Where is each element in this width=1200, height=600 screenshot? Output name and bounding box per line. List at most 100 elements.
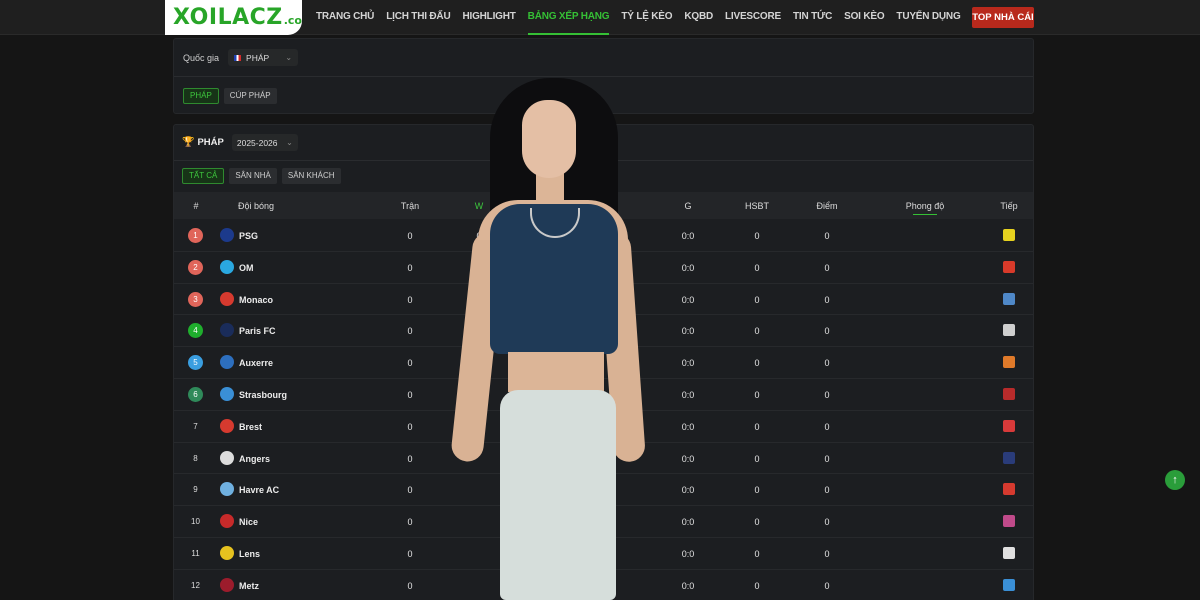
goals-cell: 0:0	[681, 262, 695, 273]
table-row[interactable]: 4 Paris FC 0 0:0 0 0	[174, 315, 1033, 348]
table-row[interactable]: 12 Metz 0 0:0 0 0	[174, 570, 1033, 600]
next-opponent-crest-icon[interactable]	[1003, 483, 1015, 496]
next-opponent-crest-icon[interactable]	[1003, 546, 1015, 559]
site-logo[interactable]: XOILACZ .co	[165, 0, 302, 35]
played-cell: 0	[407, 485, 413, 496]
points-cell: 0	[824, 421, 830, 432]
goals-cell: 0:0	[681, 389, 695, 400]
goals-cell: 0:0	[681, 421, 695, 432]
team-name[interactable]: Monaco	[239, 295, 273, 305]
next-opponent-crest-icon[interactable]	[1003, 292, 1015, 305]
rank-badge: 1	[188, 228, 203, 243]
menu-item[interactable]: TIN TỨC	[793, 0, 832, 35]
venue-tab[interactable]: SÂN KHÁCH	[281, 168, 341, 184]
competition-tab[interactable]: PHÁP	[183, 87, 219, 104]
venue-tab[interactable]: TẤT CẢ	[182, 168, 225, 184]
team-name[interactable]: Metz	[239, 581, 259, 591]
menu-item[interactable]: LỊCH THI ĐẤU	[386, 0, 450, 35]
menu-item[interactable]: KQBD	[684, 0, 713, 35]
header-form: Phong độ	[905, 201, 945, 211]
header-played: Trận	[400, 201, 420, 211]
points-cell: 0	[824, 389, 830, 400]
table-row[interactable]: 10 Nice 0 0:0 0 0	[174, 506, 1033, 538]
menu-item[interactable]: TUYỂN DỤNG	[896, 0, 960, 35]
rank-badge: 8	[193, 453, 198, 463]
goal-diff-cell: 0	[754, 358, 760, 369]
header-rank: #	[193, 201, 199, 211]
next-opponent-crest-icon[interactable]	[1003, 515, 1015, 528]
points-cell: 0	[824, 326, 830, 337]
next-opponent-crest-icon[interactable]	[1003, 451, 1015, 464]
season-select[interactable]: 2025-2026 ⌄	[231, 134, 298, 151]
next-opponent-crest-icon[interactable]	[1003, 229, 1015, 241]
next-opponent-crest-icon[interactable]	[1003, 419, 1015, 432]
venue-tab[interactable]: SÂN NHÀ	[229, 168, 277, 184]
team-name[interactable]: Lens	[239, 549, 260, 559]
team-name[interactable]: Strasbourg	[239, 390, 287, 400]
team-name[interactable]: Brest	[239, 422, 262, 432]
table-row[interactable]: 8 Angers 0 0:0 0 0	[174, 443, 1033, 475]
points-cell: 0	[824, 517, 830, 528]
table-row[interactable]: 11 Lens 0 0:0 0 0	[174, 538, 1033, 570]
header-won: W	[474, 201, 484, 211]
table-row[interactable]: 1 PSG 0 0 0:0 0 0	[174, 220, 1033, 252]
logo-text: XOILACZ	[173, 5, 283, 30]
goals-cell: 0:0	[681, 453, 695, 464]
goals-cell: 0:0	[681, 294, 695, 305]
next-opponent-crest-icon[interactable]	[1003, 356, 1015, 369]
table-row[interactable]: 5 Auxerre 0 0:0 0 0	[174, 347, 1033, 379]
next-opponent-crest-icon[interactable]	[1003, 387, 1015, 400]
team-crest-icon	[220, 514, 234, 529]
competition-tab[interactable]: CÚP PHÁP	[223, 87, 277, 104]
logo-suffix: .co	[283, 14, 302, 27]
league-name: PHÁP	[197, 137, 224, 148]
menu-item[interactable]: HIGHLIGHT	[462, 0, 515, 35]
team-name[interactable]: Nice	[239, 517, 258, 527]
played-cell: 0	[407, 231, 413, 241]
menu-item[interactable]: BẢNG XẾP HẠNG	[527, 0, 610, 35]
next-opponent-crest-icon[interactable]	[1003, 260, 1015, 273]
won-cell: 0	[476, 231, 482, 241]
country-value: PHÁP	[246, 52, 270, 63]
points-cell: 0	[824, 358, 830, 369]
chevron-down-icon: ⌄	[286, 138, 293, 147]
next-opponent-crest-icon[interactable]	[1003, 578, 1015, 591]
france-flag-icon	[234, 54, 242, 61]
team-name[interactable]: Angers	[239, 454, 270, 464]
played-cell: 0	[407, 294, 413, 305]
team-crest-icon	[220, 323, 234, 338]
menu-item[interactable]: SOI KÈO	[844, 0, 884, 35]
table-row[interactable]: 6 Strasbourg 0 0:0 0 0	[174, 379, 1033, 411]
team-crest-icon	[220, 450, 234, 465]
top-navigation: XOILACZ .co TRANG CHỦ LỊCH THI ĐẤU HIGHLIG…	[0, 0, 1200, 35]
table-row[interactable]: 7 Brest 0 0:0 0 0	[174, 411, 1033, 443]
menu-item[interactable]: LIVESCORE	[725, 0, 781, 35]
team-crest-icon	[220, 291, 234, 306]
team-crest-icon	[220, 545, 234, 560]
played-cell: 0	[407, 421, 413, 432]
menu-item[interactable]: TỶ LỆ KÈO	[621, 0, 672, 35]
goal-diff-cell: 0	[754, 326, 760, 337]
team-name[interactable]: Auxerre	[239, 358, 273, 368]
top-bookmaker-button[interactable]: TOP NHÀ CÁI	[972, 7, 1034, 28]
team-name[interactable]: Paris FC	[239, 326, 276, 336]
goals-cell: 0:0	[681, 548, 695, 559]
table-row[interactable]: 3 Monaco 0 0:0 0 0	[174, 284, 1033, 316]
played-cell: 0	[407, 262, 413, 273]
arrow-up-icon[interactable]: ↑	[1165, 470, 1185, 490]
menu-item[interactable]: TRANG CHỦ	[316, 0, 374, 35]
team-name[interactable]: OM	[239, 263, 254, 273]
goal-diff-cell: 0	[754, 231, 760, 241]
goal-diff-cell: 0	[754, 262, 760, 273]
table-row[interactable]: 9 Havre AC 0 0:0 0 0	[174, 474, 1033, 507]
country-select[interactable]: PHÁP ⌄	[228, 49, 299, 66]
team-name[interactable]: Havre AC	[239, 485, 279, 495]
table-row[interactable]: 2 OM 0 0:0 0 0	[174, 252, 1033, 284]
goal-diff-cell: 0	[754, 389, 760, 400]
table-header: # Đội bóng Trận W G HSBT Điểm Phong độ T…	[174, 192, 1033, 219]
goal-diff-cell: 0	[754, 421, 760, 432]
team-name[interactable]: PSG	[239, 231, 258, 241]
next-opponent-crest-icon[interactable]	[1003, 324, 1015, 337]
points-cell: 0	[824, 485, 830, 496]
played-cell: 0	[407, 358, 413, 369]
